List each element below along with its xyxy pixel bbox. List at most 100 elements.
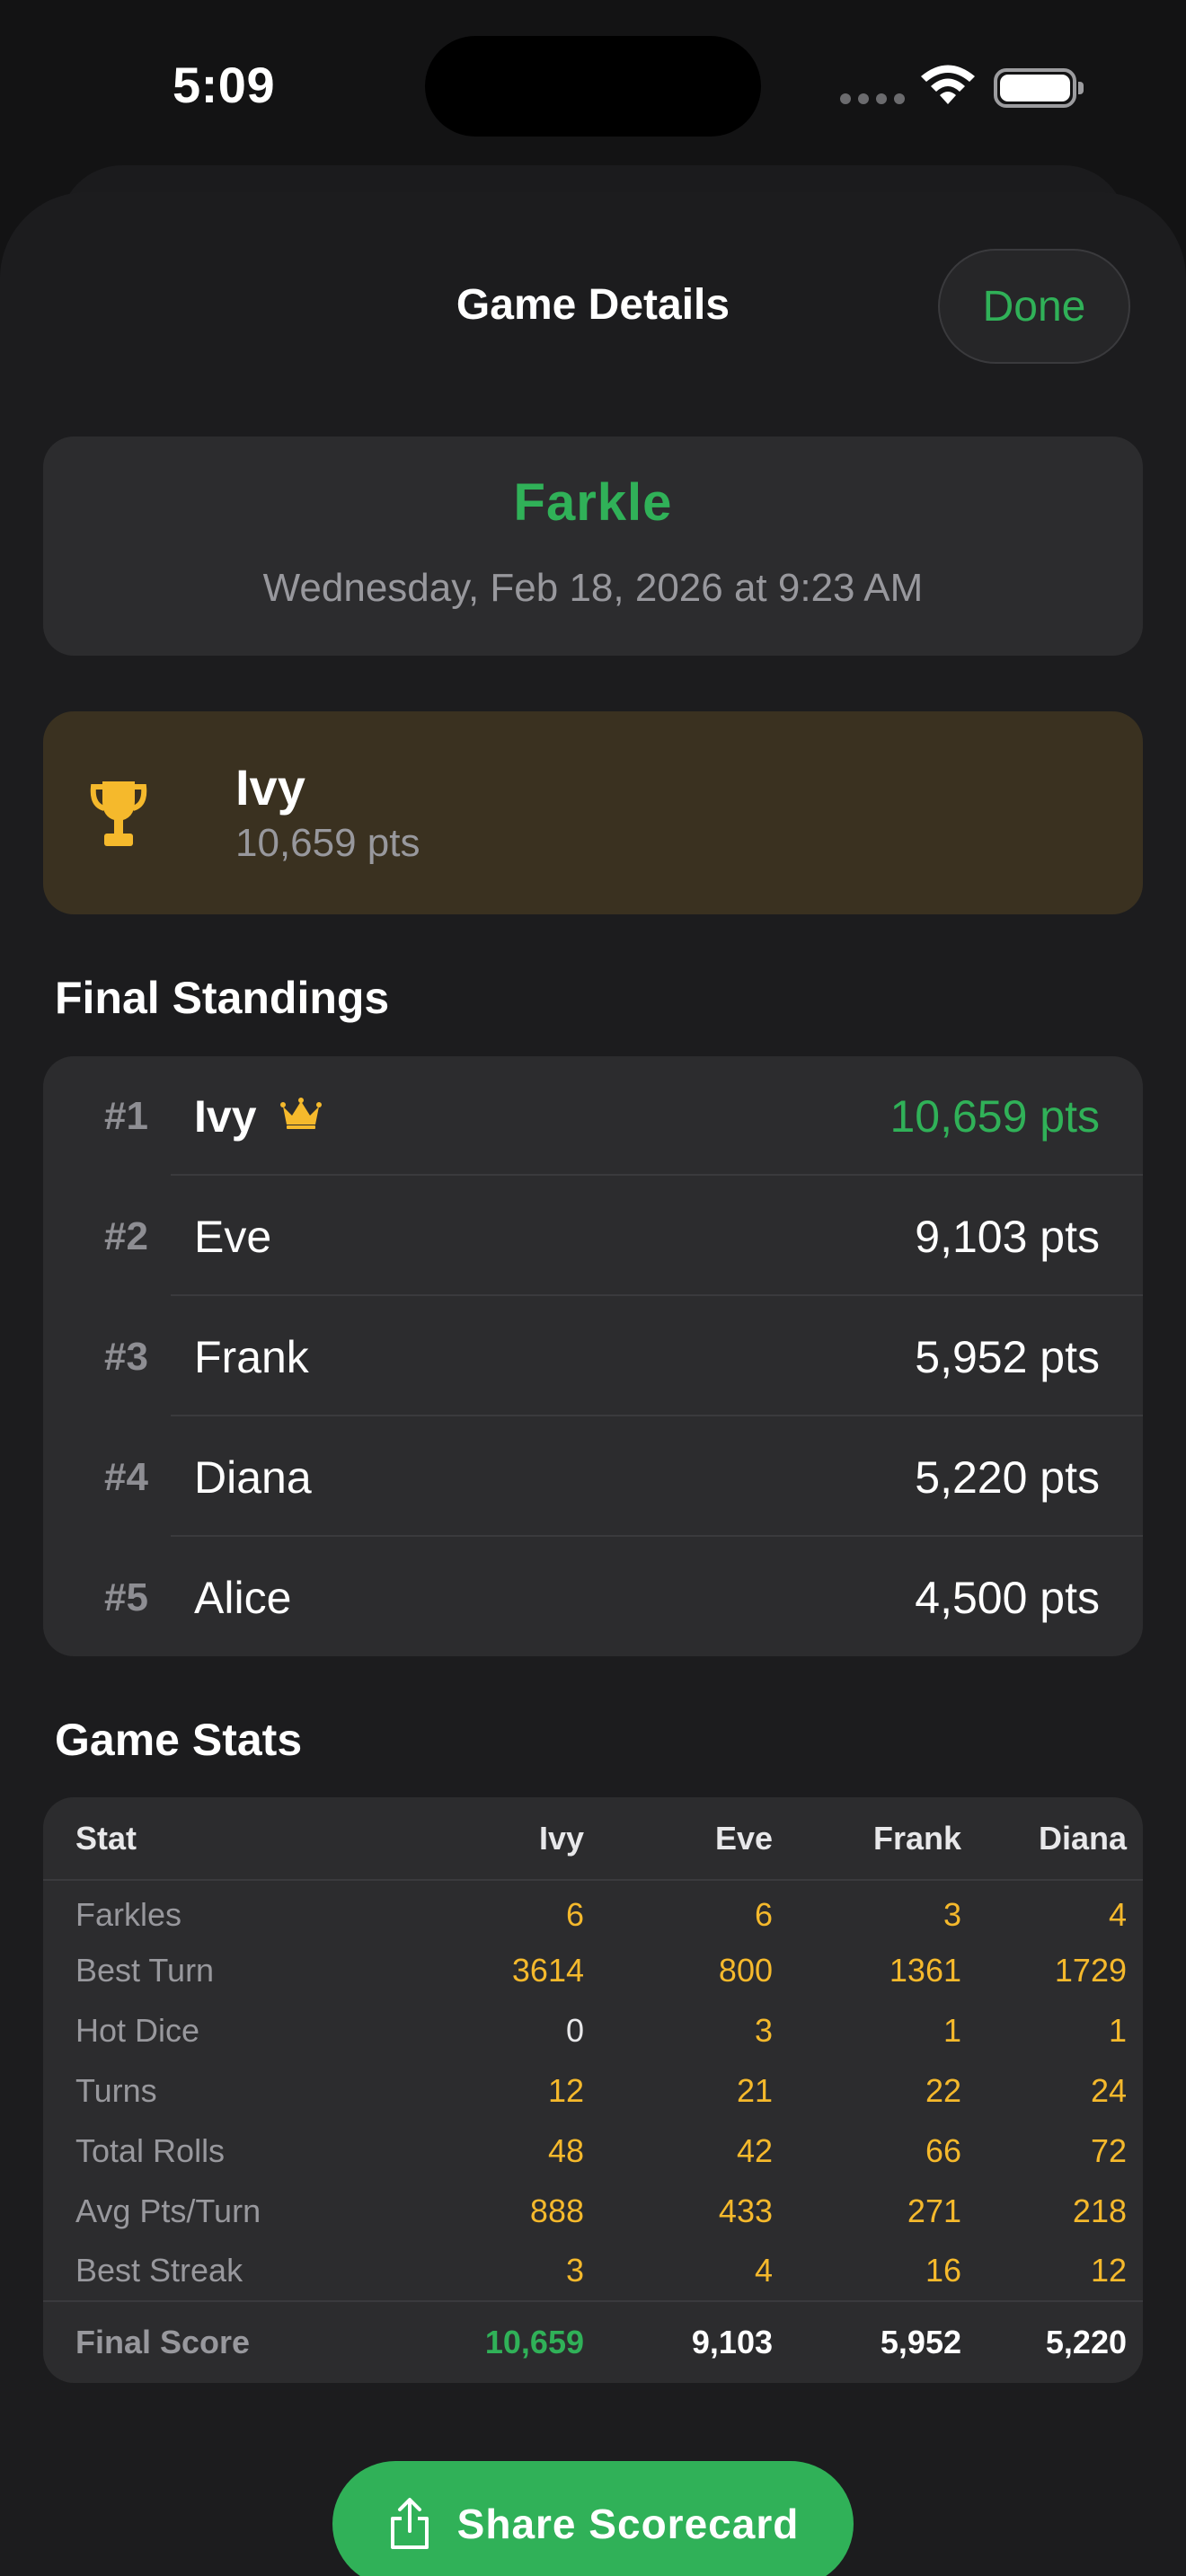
column-header: Stat: [43, 1797, 395, 1881]
stat-value: 1: [1108, 2011, 1127, 2049]
status-time: 5:09: [173, 57, 276, 113]
final-score-value: 5,220: [961, 2300, 1143, 2382]
stat-value: 3: [943, 1896, 961, 1933]
stat-value: 6: [754, 1896, 773, 1933]
cellular-signal-icon: [840, 93, 905, 104]
player-points: 10,659 pts: [890, 1091, 1100, 1142]
stat-value: 1361: [889, 1951, 961, 1989]
standings-row: #2 Eve 9,103 pts: [43, 1177, 1143, 1296]
player-points: 4,500 pts: [915, 1573, 1100, 1623]
standings-title: Final Standings: [55, 973, 390, 1023]
final-score-value: 10,659: [395, 2300, 584, 2382]
trophy-icon: [90, 781, 147, 846]
player-points: 9,103 pts: [915, 1212, 1100, 1262]
stat-label: Best Streak: [75, 2252, 243, 2289]
stat-label: Avg Pts/Turn: [75, 2192, 261, 2229]
wifi-icon: [921, 65, 975, 104]
table-row: Turns 12 21 22 24: [43, 2060, 1143, 2121]
player-name: Frank: [194, 1332, 309, 1382]
stat-value: 271: [907, 2192, 961, 2229]
stat-value: 16: [925, 2252, 961, 2289]
table-row: Best Turn 3614 800 1361 1729: [43, 1940, 1143, 2000]
stat-value: 6: [565, 1896, 584, 1933]
standings-row: #3 Frank 5,952 pts: [43, 1297, 1143, 1416]
stat-value: 24: [1090, 2071, 1127, 2109]
final-score-label: Final Score: [43, 2300, 395, 2382]
winner-points: 10,659 pts: [235, 821, 420, 865]
player-name: Eve: [194, 1212, 272, 1262]
stat-value: 1729: [1054, 1951, 1127, 1989]
game-info-card: Farkle Wednesday, Feb 18, 2026 at 9:23 A…: [43, 437, 1143, 656]
stat-label: Farkles: [75, 1896, 182, 1933]
table-row: Hot Dice 0 3 1 1: [43, 2000, 1143, 2060]
share-scorecard-button[interactable]: Share Scorecard: [332, 2461, 854, 2576]
winner-name: Ivy: [235, 759, 305, 816]
standings-list: #1 Ivy 10,659 pts #2 Eve 9,103 pts #3 Fr…: [43, 1056, 1143, 1656]
stats-table: Stat Ivy Eve Frank Diana Farkles 6 6 3 4…: [43, 1797, 1143, 2382]
stat-value: 42: [736, 2131, 773, 2169]
row-divider: [171, 1174, 1143, 1176]
player-points: 5,220 pts: [915, 1452, 1100, 1503]
column-header: Diana: [961, 1797, 1143, 1881]
standings-row: #1 Ivy 10,659 pts: [43, 1056, 1143, 1176]
rank-label: #2: [104, 1214, 148, 1258]
stats-header-row: Stat Ivy Eve Frank Diana: [43, 1797, 1143, 1881]
stat-label: Total Rolls: [75, 2131, 226, 2169]
stat-value: 4: [754, 2252, 773, 2289]
rank-label: #5: [104, 1575, 148, 1619]
stat-value: 66: [925, 2131, 961, 2169]
player-name: Alice: [194, 1573, 292, 1623]
game-name: Farkle: [513, 473, 673, 532]
stat-value: 3: [565, 2252, 584, 2289]
stat-label: Best Turn: [75, 1951, 215, 1989]
player-name: Ivy: [194, 1090, 322, 1142]
done-button[interactable]: Done: [938, 249, 1130, 364]
player-name-text: Ivy: [194, 1091, 257, 1142]
stat-value: 48: [547, 2131, 584, 2169]
battery-icon: [994, 68, 1084, 108]
player-name: Diana: [194, 1452, 312, 1503]
stats-title: Game Stats: [55, 1715, 303, 1765]
column-header: Frank: [773, 1797, 961, 1881]
stat-value: 888: [529, 2192, 584, 2229]
rank-label: #3: [104, 1335, 148, 1379]
final-score-value: 9,103: [584, 2300, 773, 2382]
final-score-value: 5,952: [773, 2300, 961, 2382]
stat-value: 218: [1072, 2192, 1127, 2229]
stat-value: 3614: [511, 1951, 584, 1989]
status-bar: 5:09: [0, 0, 1186, 171]
rank-label: #1: [104, 1094, 148, 1138]
player-points: 5,952 pts: [915, 1332, 1100, 1382]
standings-row: #5 Alice 4,500 pts: [43, 1538, 1143, 1656]
stat-label: Turns: [75, 2071, 157, 2109]
winner-card: Ivy 10,659 pts: [43, 711, 1143, 914]
crown-icon: [279, 1098, 322, 1129]
column-header: Eve: [584, 1797, 773, 1881]
stat-value: 1: [943, 2011, 961, 2049]
row-divider: [171, 1294, 1143, 1296]
game-date: Wednesday, Feb 18, 2026 at 9:23 AM: [262, 566, 924, 610]
stat-value: 4: [1108, 1896, 1127, 1933]
row-divider: [171, 1535, 1143, 1537]
standings-row: #4 Diana 5,220 pts: [43, 1417, 1143, 1537]
stat-value: 12: [547, 2071, 584, 2109]
stat-value: 22: [925, 2071, 961, 2109]
stat-value: 800: [718, 1951, 773, 1989]
stat-value: 12: [1090, 2252, 1127, 2289]
rank-label: #4: [104, 1455, 148, 1499]
table-row: Total Rolls 48 42 66 72: [43, 2121, 1143, 2181]
stats-table-card[interactable]: Stat Ivy Eve Frank Diana Farkles 6 6 3 4…: [43, 1797, 1143, 2383]
table-row: Farkles 6 6 3 4: [43, 1880, 1143, 1940]
stat-value: 3: [754, 2011, 773, 2049]
stat-value: 0: [565, 2011, 584, 2049]
dynamic-island: [425, 36, 761, 137]
stat-value: 72: [1090, 2131, 1127, 2169]
stat-label: Hot Dice: [75, 2011, 200, 2049]
final-score-row: Final Score 10,659 9,103 5,952 5,220: [43, 2300, 1143, 2382]
table-row: Avg Pts/Turn 888 433 271 218: [43, 2181, 1143, 2241]
table-row: Best Streak 3 4 16 12: [43, 2241, 1143, 2301]
column-header: Ivy: [395, 1797, 584, 1881]
stat-value: 21: [736, 2071, 773, 2109]
share-label: Share Scorecard: [456, 2501, 800, 2547]
share-icon: [390, 2498, 429, 2549]
